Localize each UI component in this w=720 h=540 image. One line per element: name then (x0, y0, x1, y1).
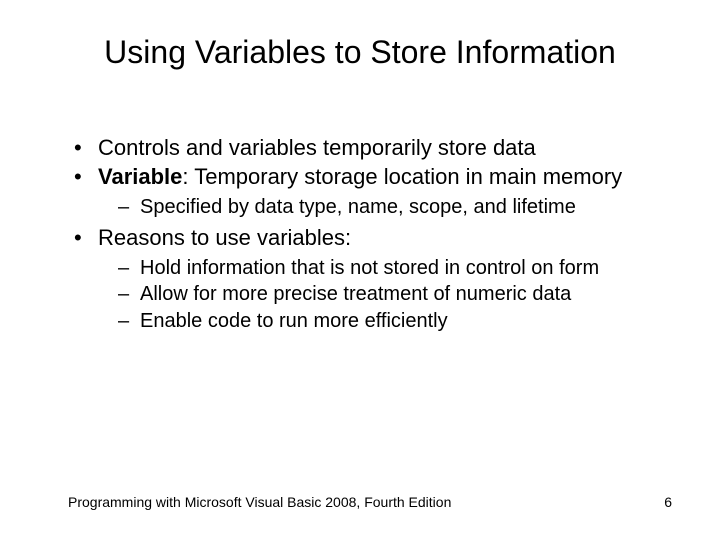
sub-bullet-item: Hold information that is not stored in c… (118, 256, 670, 280)
sub-bullet-item: Enable code to run more efficiently (118, 309, 670, 333)
bullet-term: Variable (98, 164, 182, 189)
sub-bullet-text: Enable code to run more efficiently (140, 310, 448, 332)
slide-title: Using Variables to Store Information (0, 34, 720, 71)
sub-bullet-list: Hold information that is not stored in c… (98, 256, 670, 333)
footer-source: Programming with Microsoft Visual Basic … (68, 494, 451, 510)
bullet-text: : Temporary storage location in main mem… (182, 164, 622, 189)
sub-bullet-text: Specified by data type, name, scope, and… (140, 196, 576, 218)
bullet-item: Controls and variables temporarily store… (70, 135, 670, 162)
bullet-list: Controls and variables temporarily store… (70, 135, 670, 333)
bullet-text: Controls and variables temporarily store… (98, 135, 536, 160)
slide-body: Controls and variables temporarily store… (70, 135, 670, 339)
sub-bullet-list: Specified by data type, name, scope, and… (98, 195, 670, 219)
bullet-item: Variable: Temporary storage location in … (70, 164, 670, 219)
bullet-text: Reasons to use variables: (98, 225, 351, 250)
slide: Using Variables to Store Information Con… (0, 0, 720, 540)
page-number: 6 (664, 494, 672, 510)
sub-bullet-item: Specified by data type, name, scope, and… (118, 195, 670, 219)
bullet-item: Reasons to use variables: Hold informati… (70, 225, 670, 333)
sub-bullet-item: Allow for more precise treatment of nume… (118, 282, 670, 306)
sub-bullet-text: Allow for more precise treatment of nume… (140, 283, 571, 305)
sub-bullet-text: Hold information that is not stored in c… (140, 257, 599, 279)
